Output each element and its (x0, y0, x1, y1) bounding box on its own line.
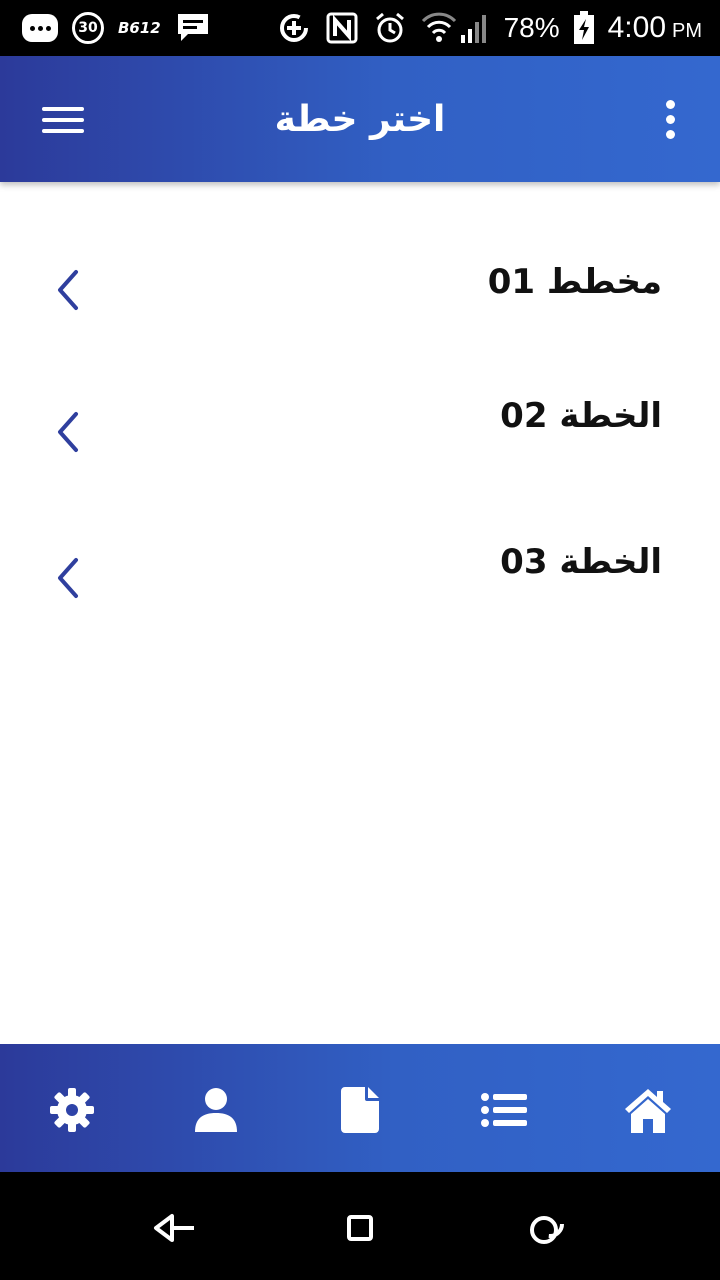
message-bubble-icon (22, 14, 58, 42)
app-notification-text: B612 (118, 19, 161, 37)
home-circle-icon[interactable] (524, 1206, 568, 1250)
plan-label: الخطة 03 (500, 542, 662, 582)
plan-item-01[interactable]: مخطط 01 (0, 244, 720, 334)
status-bar-left: 30 B612 (22, 10, 211, 46)
user-icon[interactable] (190, 1084, 242, 1136)
battery-percent: 78% (503, 12, 560, 43)
status-bar-right: 78% 4:00 PM (276, 8, 702, 48)
page-title: اختر خطة (274, 99, 446, 140)
alarm-icon (372, 10, 408, 46)
back-icon[interactable] (152, 1206, 196, 1250)
system-nav-bar (0, 1172, 720, 1280)
notification-count-icon: 30 (72, 12, 104, 44)
plan-item-03[interactable]: الخطة 03 (0, 524, 720, 614)
plan-label: مخطط 01 (487, 262, 662, 302)
nfc-icon (324, 10, 360, 46)
list-icon[interactable] (478, 1084, 530, 1136)
chevron-left-icon (58, 270, 78, 310)
chevron-left-icon (58, 558, 78, 598)
plan-item-02[interactable]: الخطة 02 (0, 378, 720, 468)
recents-square-icon[interactable] (338, 1206, 382, 1250)
data-saver-icon (276, 10, 312, 46)
wifi-signal-icon (420, 10, 492, 46)
document-icon[interactable] (334, 1084, 386, 1136)
plan-label: الخطة 02 (500, 396, 662, 436)
hamburger-menu-icon[interactable] (40, 100, 86, 136)
status-bar: 30 B612 78% 4:00 PM (0, 0, 720, 56)
clock-time: 4:00 (607, 11, 666, 44)
chevron-left-icon (58, 412, 78, 452)
gear-icon[interactable] (46, 1084, 98, 1136)
chat-icon (175, 10, 211, 46)
home-icon[interactable] (622, 1084, 674, 1136)
battery-charging-icon (572, 10, 596, 46)
more-options-icon[interactable] (658, 100, 684, 140)
bottom-nav (0, 1044, 720, 1172)
clock-ampm: PM (672, 19, 702, 42)
app-bar: اختر خطة (0, 56, 720, 182)
